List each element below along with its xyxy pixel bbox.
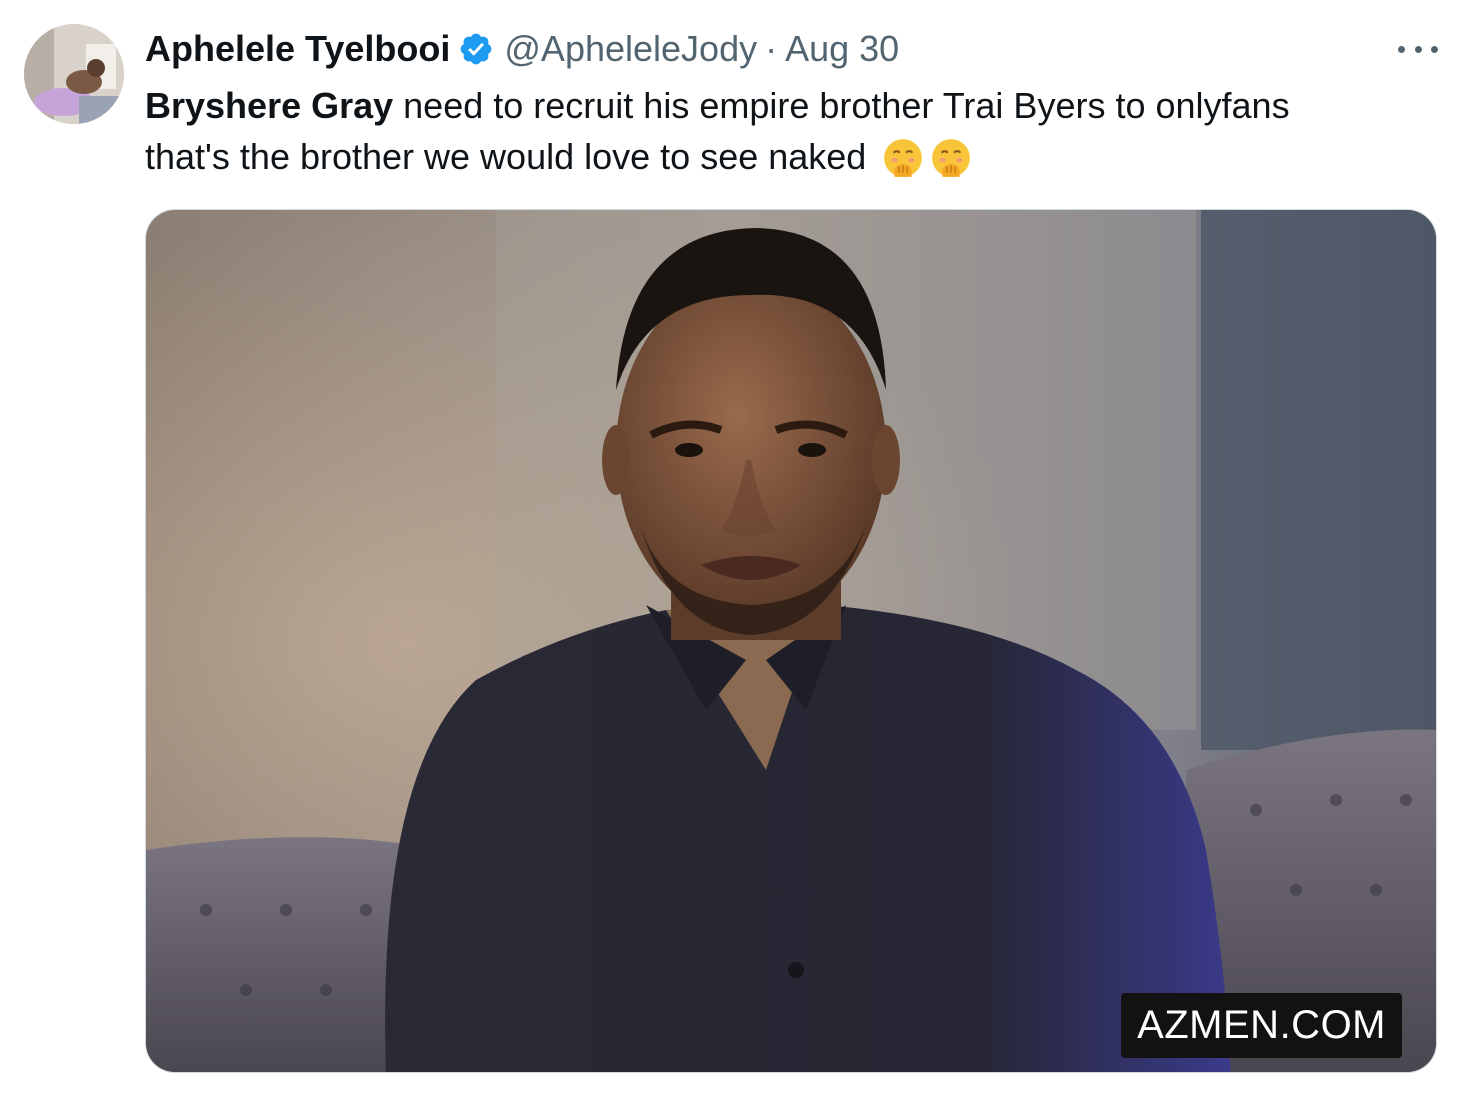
more-options-icon[interactable] — [1398, 36, 1438, 62]
author-handle[interactable]: @ApheleleJody — [504, 28, 757, 70]
tweet-header: Aphelele Tyelbooi @ApheleleJody · Aug 30 — [145, 26, 899, 72]
tweet-text-line2: that's the brother we would love to see … — [145, 136, 867, 177]
tweet-text-line1: need to recruit his empire brother Trai … — [393, 85, 1290, 126]
avatar-photo-icon — [24, 24, 124, 124]
face-with-hand-over-mouth-icon — [882, 137, 924, 179]
tweet-media-photo[interactable]: AZMEN.COM — [145, 209, 1437, 1073]
separator-dot: · — [765, 28, 778, 69]
media-watermark: AZMEN.COM — [1121, 993, 1402, 1058]
mention-link[interactable]: Bryshere Gray — [145, 85, 393, 126]
tweet-card[interactable]: Aphelele Tyelbooi @ApheleleJody · Aug 30… — [0, 0, 1466, 1098]
face-with-hand-over-mouth-icon — [930, 137, 972, 179]
photo-man-dark-shirt-icon — [146, 210, 1436, 1072]
tweet-text: Bryshere Gray need to recruit his empire… — [145, 80, 1435, 182]
avatar[interactable] — [24, 24, 124, 124]
author-display-name[interactable]: Aphelele Tyelbooi — [145, 28, 450, 70]
tweet-date[interactable]: Aug 30 — [785, 28, 899, 70]
verified-badge-icon[interactable] — [458, 31, 494, 67]
